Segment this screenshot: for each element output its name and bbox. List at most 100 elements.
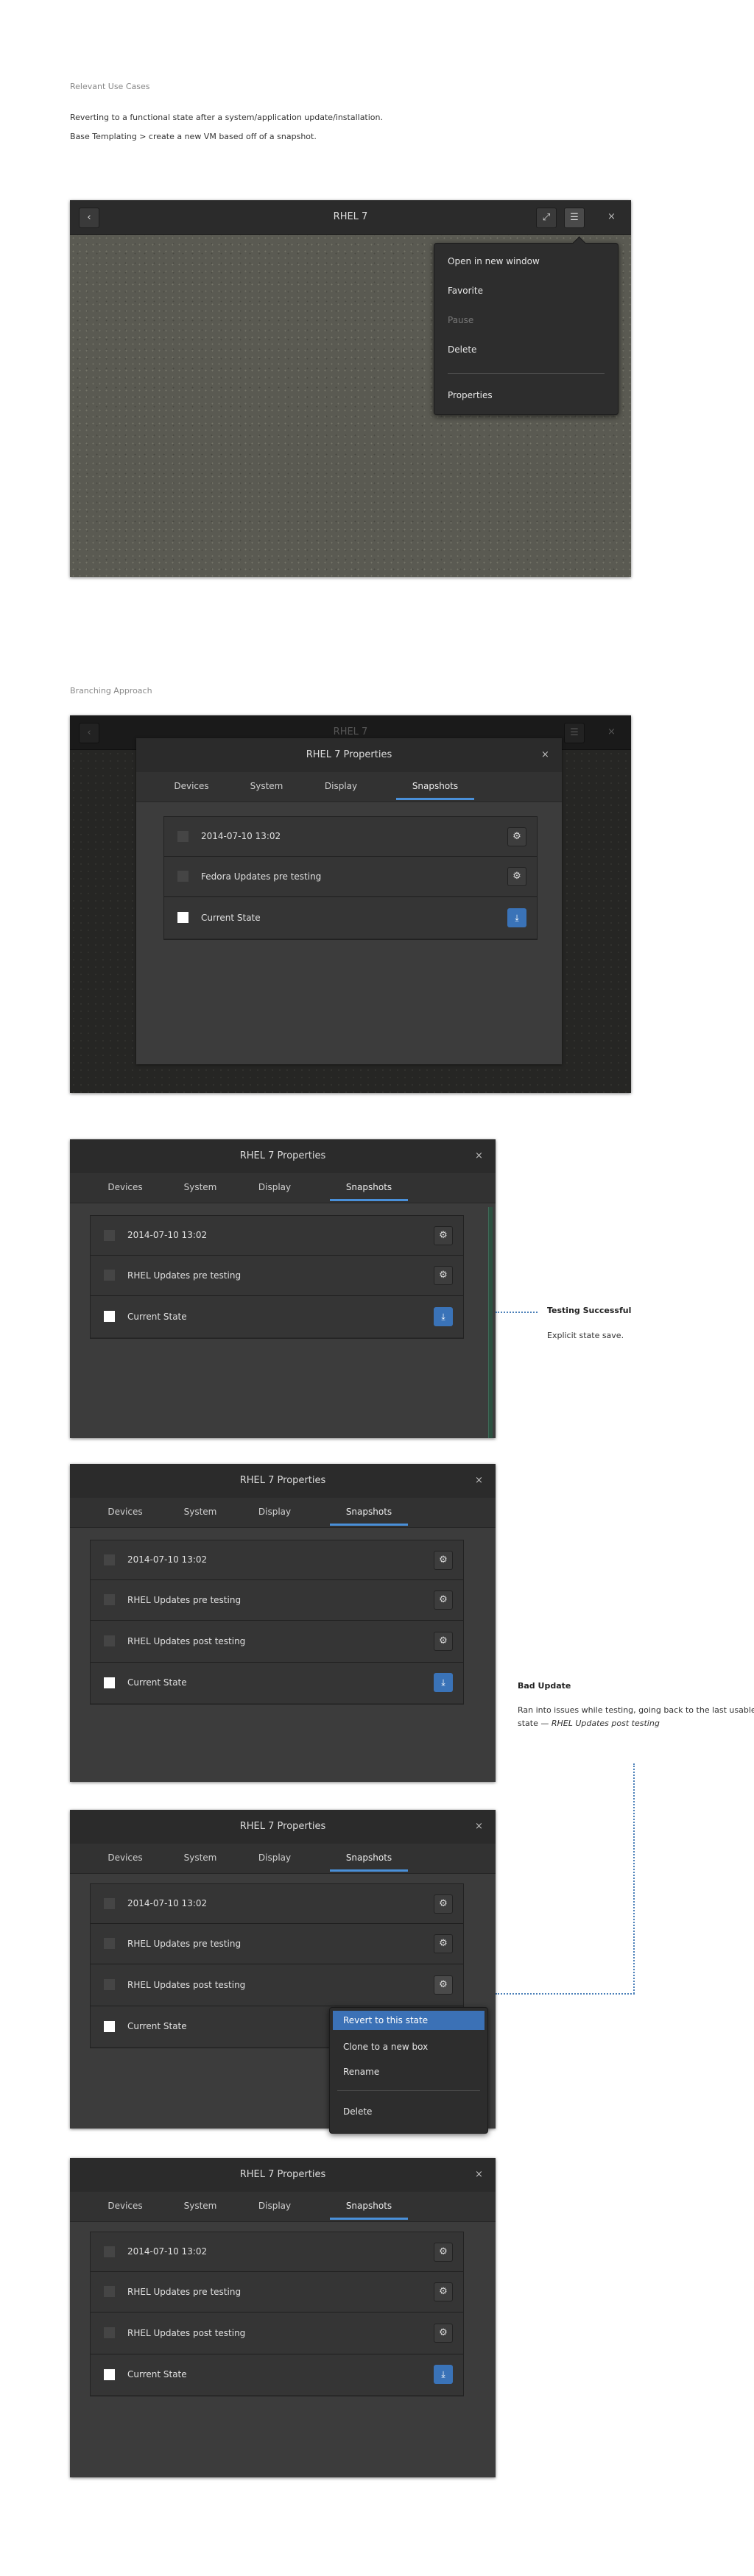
- snapshot-label: Current State: [127, 1677, 187, 1688]
- snapshot-row[interactable]: 2014-07-10 13:02 ⚙: [91, 1884, 463, 1924]
- dialog-close-button[interactable]: ×: [475, 1810, 483, 1844]
- dialog-tabs: Devices System Display Snapshots: [70, 2192, 496, 2222]
- tab-display[interactable]: Display: [253, 1498, 297, 1526]
- snapshot-row[interactable]: RHEL Updates pre testing ⚙: [91, 2272, 463, 2313]
- save-snapshot-button[interactable]: ⤓: [507, 908, 526, 927]
- menu-button[interactable]: ☰: [564, 208, 585, 228]
- menu-item-revert[interactable]: Revert to this state: [333, 2011, 485, 2030]
- snapshot-node: [104, 1979, 115, 1990]
- properties-dialog-3: RHEL 7 Properties × Devices System Displ…: [70, 1464, 496, 1782]
- tab-devices[interactable]: Devices: [103, 1173, 147, 1201]
- gear-icon: ⚙: [439, 1230, 448, 1241]
- snapshot-row[interactable]: RHEL Updates post testing ⚙: [91, 1621, 463, 1663]
- snapshot-node: [104, 1938, 115, 1949]
- snapshot-row[interactable]: RHEL Updates pre testing ⚙: [91, 1256, 463, 1296]
- menu-item-favorite[interactable]: Favorite: [448, 286, 483, 296]
- properties-dialog-5: RHEL 7 Properties × Devices System Displ…: [70, 2158, 496, 2477]
- menu-item-properties[interactable]: Properties: [448, 390, 493, 400]
- menu-item-clone[interactable]: Clone to a new box: [333, 2037, 485, 2056]
- dialog-close-button[interactable]: ×: [475, 2158, 483, 2192]
- gear-icon: ⚙: [439, 1270, 448, 1281]
- fullscreen-button[interactable]: ⤢: [536, 208, 557, 228]
- dialog-close-button[interactable]: ×: [475, 1464, 483, 1498]
- tab-system[interactable]: System: [178, 1498, 222, 1526]
- snapshot-row[interactable]: Fedora Updates pre testing ⚙: [164, 857, 537, 897]
- close-icon: ×: [475, 1821, 483, 1832]
- tab-system[interactable]: System: [178, 2192, 222, 2220]
- snapshot-node: [104, 1635, 115, 1646]
- snapshot-settings-button[interactable]: ⚙: [434, 1226, 453, 1245]
- annotation-title: Bad Update: [518, 1681, 571, 1691]
- snapshot-row[interactable]: 2014-07-10 13:02 ⚙: [91, 2232, 463, 2272]
- snapshot-label: Fedora Updates pre testing: [201, 871, 322, 882]
- snapshot-settings-button[interactable]: ⚙: [434, 1590, 453, 1610]
- snapshot-row[interactable]: 2014-07-10 13:02 ⚙: [164, 817, 537, 857]
- snapshot-settings-button[interactable]: ⚙: [434, 1934, 453, 1953]
- snapshot-row[interactable]: 2014-07-10 13:02 ⚙: [91, 1216, 463, 1256]
- snapshot-settings-button[interactable]: ⚙: [434, 1632, 453, 1651]
- snapshot-row[interactable]: 2014-07-10 13:02 ⚙: [91, 1540, 463, 1580]
- tab-snapshots[interactable]: Snapshots: [330, 1844, 408, 1872]
- snapshot-settings-button[interactable]: ⚙: [507, 867, 526, 886]
- download-icon: ⤓: [441, 1312, 445, 1322]
- scrollbar[interactable]: [488, 1207, 493, 1438]
- save-snapshot-button[interactable]: ⤓: [434, 1673, 453, 1692]
- snapshot-node: [104, 2246, 115, 2257]
- tab-display[interactable]: Display: [319, 772, 363, 800]
- snapshot-settings-button-active[interactable]: ⚙: [434, 1975, 453, 1995]
- save-snapshot-button[interactable]: ⤓: [434, 2365, 453, 2384]
- snapshot-row-current[interactable]: Current State ⤓: [91, 2354, 463, 2395]
- snapshot-row[interactable]: RHEL Updates pre testing ⚙: [91, 1580, 463, 1621]
- snapshot-label: 2014-07-10 13:02: [127, 2246, 208, 2257]
- tab-system[interactable]: System: [178, 1173, 222, 1201]
- tab-system[interactable]: System: [178, 1844, 222, 1872]
- tab-system[interactable]: System: [244, 772, 289, 800]
- snapshot-settings-button[interactable]: ⚙: [434, 1894, 453, 1914]
- tab-snapshots[interactable]: Snapshots: [330, 1498, 408, 1526]
- snapshot-settings-button[interactable]: ⚙: [434, 2243, 453, 2262]
- hamburger-icon: ☰: [570, 212, 579, 223]
- snapshot-list: 2014-07-10 13:02 ⚙ Fedora Updates pre te…: [163, 816, 538, 940]
- tab-devices[interactable]: Devices: [103, 2192, 147, 2220]
- snapshot-settings-button[interactable]: ⚙: [434, 2324, 453, 2343]
- tab-display[interactable]: Display: [253, 1173, 297, 1201]
- menu-item-delete[interactable]: Delete: [333, 2102, 485, 2121]
- tab-devices[interactable]: Devices: [103, 1498, 147, 1526]
- use-case-line: Reverting to a functional state after a …: [70, 113, 384, 122]
- close-icon: ×: [475, 1150, 483, 1161]
- tab-display[interactable]: Display: [253, 1844, 297, 1872]
- snapshot-node: [104, 2286, 115, 2297]
- menu-item-rename[interactable]: Rename: [333, 2062, 485, 2081]
- snapshot-row[interactable]: RHEL Updates post testing ⚙: [91, 2313, 463, 2354]
- save-snapshot-button[interactable]: ⤓: [434, 1307, 453, 1326]
- dialog-close-button[interactable]: ×: [475, 1139, 483, 1173]
- dialog-close-button[interactable]: ×: [541, 738, 549, 772]
- snapshot-row-current[interactable]: Current State ⤓: [91, 1663, 463, 1703]
- current-state-node: [104, 1677, 115, 1688]
- dialog-tabs: Devices System Display Snapshots: [70, 1844, 496, 1874]
- tab-devices[interactable]: Devices: [103, 1844, 147, 1872]
- tab-display[interactable]: Display: [253, 2192, 297, 2220]
- close-icon: ×: [475, 2169, 483, 2180]
- tab-snapshots[interactable]: Snapshots: [330, 2192, 408, 2220]
- gear-icon: ⚙: [439, 2286, 448, 2297]
- snapshot-settings-button[interactable]: ⚙: [434, 1551, 453, 1570]
- window-menu-popover: Open in new window Favorite Pause Delete…: [434, 236, 619, 415]
- tab-snapshots[interactable]: Snapshots: [396, 772, 474, 800]
- menu-item-open-new-window[interactable]: Open in new window: [448, 256, 540, 266]
- snapshot-settings-button[interactable]: ⚙: [434, 1266, 453, 1285]
- close-button[interactable]: ×: [607, 200, 616, 234]
- download-icon: ⤓: [441, 2369, 445, 2379]
- snapshot-row[interactable]: RHEL Updates pre testing ⚙: [91, 1924, 463, 1964]
- snapshot-settings-button[interactable]: ⚙: [434, 2282, 453, 2301]
- snapshot-node: [104, 1554, 115, 1565]
- snapshot-row-current[interactable]: Current State ⤓: [91, 1296, 463, 1337]
- menu-item-delete[interactable]: Delete: [448, 344, 476, 355]
- dialog-title: RHEL 7 Properties: [306, 749, 392, 760]
- tab-snapshots[interactable]: Snapshots: [330, 1173, 408, 1201]
- snapshot-settings-button[interactable]: ⚙: [507, 827, 526, 846]
- tab-devices[interactable]: Devices: [169, 772, 214, 800]
- snapshot-row-current[interactable]: Current State ⤓: [164, 897, 537, 938]
- snapshot-row[interactable]: RHEL Updates post testing ⚙: [91, 1964, 463, 2006]
- hamburger-icon: ☰: [570, 727, 579, 738]
